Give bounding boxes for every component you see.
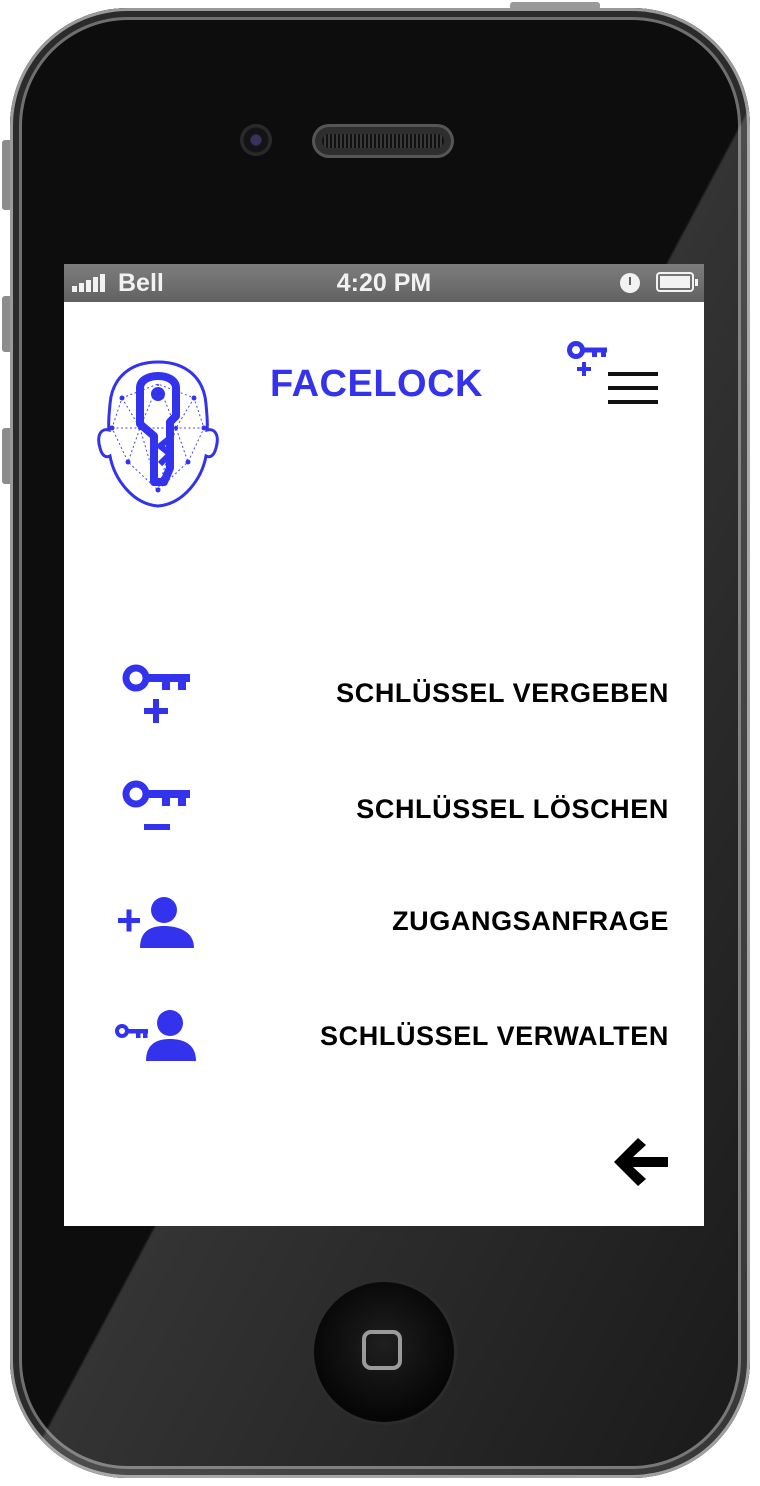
key-plus-icon <box>122 664 190 723</box>
back-arrow-icon[interactable] <box>612 1136 670 1188</box>
home-square-icon <box>362 1330 402 1370</box>
person-add-icon <box>118 897 194 948</box>
menu-item-schluessel-loeschen[interactable]: SCHLÜSSEL LÖSCHEN <box>104 772 669 852</box>
battery-icon <box>656 272 698 292</box>
menu-item-schluessel-verwalten[interactable]: SCHLÜSSEL VERWALTEN <box>104 999 669 1079</box>
menu-item-label: ZUGANGSANFRAGE <box>392 906 669 936</box>
status-bar: Bell 4:20 PM <box>64 264 704 302</box>
hamburger-menu-icon[interactable] <box>606 368 660 408</box>
home-button[interactable] <box>314 1282 454 1422</box>
menu-item-schluessel-vergeben[interactable]: SCHLÜSSEL VERGEBEN <box>104 656 669 736</box>
front-camera <box>240 124 272 156</box>
menu-item-label: SCHLÜSSEL LÖSCHEN <box>356 794 669 824</box>
menu-item-label: SCHLÜSSEL VERGEBEN <box>336 678 669 708</box>
menu-item-zugangsanfrage[interactable]: ZUGANGSANFRAGE <box>104 884 669 964</box>
app-title: FACELOCK <box>270 363 483 405</box>
menu-item-label: SCHLÜSSEL VERWALTEN <box>320 1021 669 1051</box>
face-key-logo-icon <box>97 360 219 508</box>
status-time: 4:20 PM <box>336 269 432 297</box>
add-key-icon[interactable] <box>566 340 610 382</box>
screen: Bell 4:20 PM FACELOCK SCHLÜSSEL VERGEBEN… <box>64 264 704 1226</box>
alarm-clock-icon <box>620 273 640 293</box>
person-key-icon <box>115 1010 196 1061</box>
phone-frame: Bell 4:20 PM FACELOCK SCHLÜSSEL VERGEBEN… <box>0 0 760 1486</box>
earpiece-speaker <box>312 124 454 158</box>
key-minus-icon <box>122 780 190 830</box>
